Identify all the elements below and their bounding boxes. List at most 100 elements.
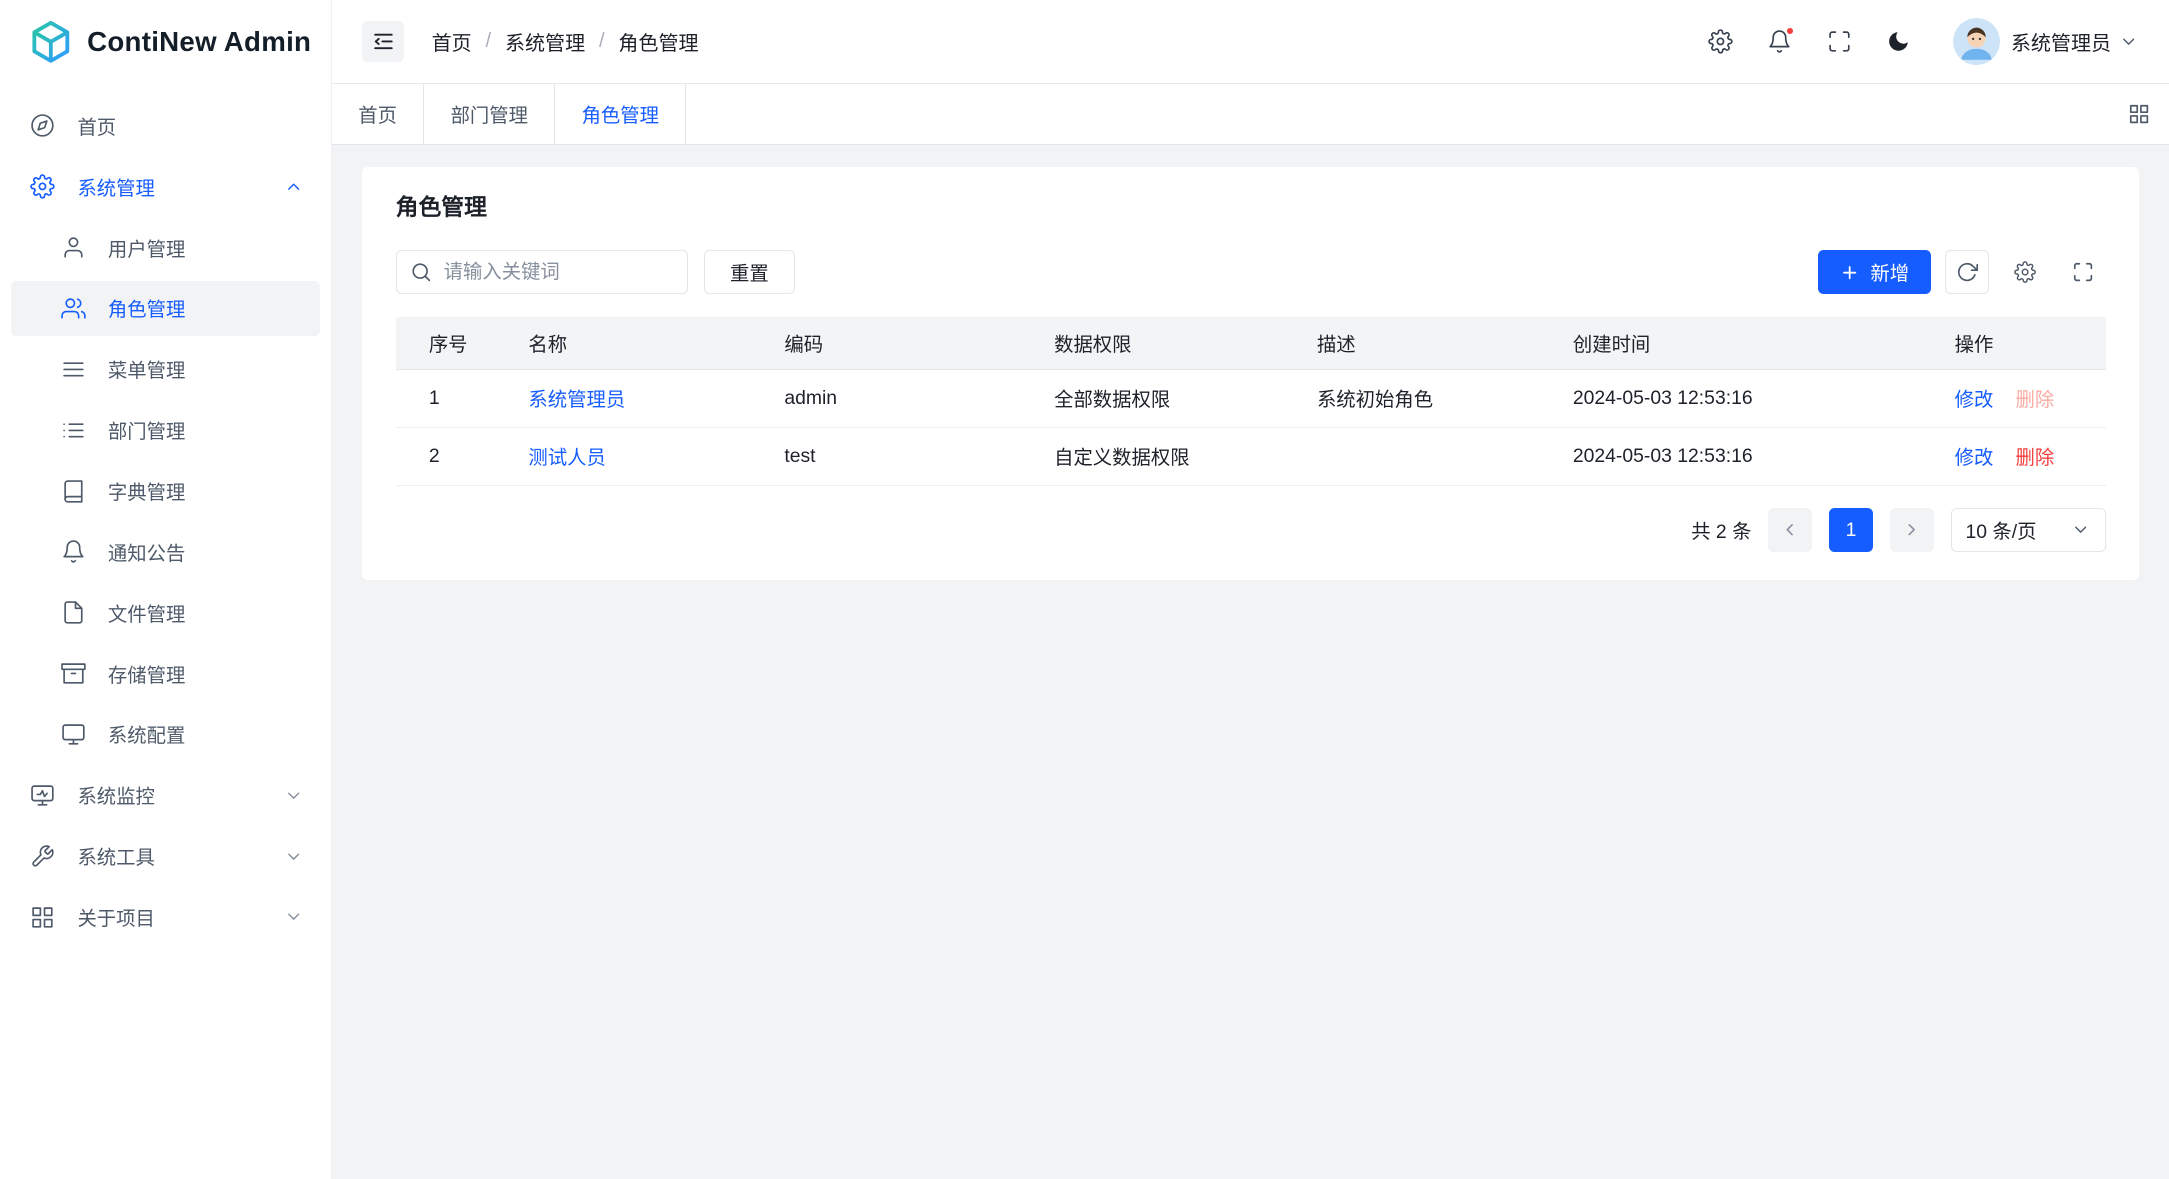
add-button[interactable]: 新增	[1818, 250, 1931, 294]
sidebar: ContiNew Admin 首页 系统管理 用户管理 角色管理	[0, 0, 332, 1179]
sidebar-item-label: 部门管理	[108, 416, 185, 444]
cell-scope: 全部数据权限	[1032, 369, 1295, 427]
sidebar-group-system[interactable]: 系统管理	[11, 159, 320, 214]
search-box	[396, 250, 688, 294]
sidebar-item-label: 角色管理	[108, 294, 185, 322]
pagination-page-1[interactable]: 1	[1829, 508, 1873, 552]
sidebar-item-label: 菜单管理	[108, 355, 185, 383]
delete-link-disabled: 删除	[2016, 384, 2055, 412]
breadcrumb-item-home[interactable]: 首页	[432, 27, 472, 56]
cell-desc	[1295, 427, 1551, 485]
archive-icon	[61, 661, 86, 686]
expand-icon	[2072, 261, 2094, 283]
column-header-actions: 操作	[1933, 317, 2106, 370]
column-header-desc: 描述	[1295, 317, 1551, 370]
column-header-no: 序号	[396, 317, 507, 370]
sidebar-item-role-mgmt[interactable]: 角色管理	[11, 281, 320, 336]
page-size-value: 10 条/页	[1965, 516, 2036, 544]
monitor-icon	[61, 722, 86, 747]
search-input[interactable]	[444, 261, 673, 284]
sidebar-group-tools[interactable]: 系统工具	[11, 829, 320, 884]
pagination-next-button[interactable]	[1890, 508, 1934, 552]
compass-icon	[30, 113, 55, 138]
fullscreen-button[interactable]	[1827, 29, 1852, 54]
dark-mode-button[interactable]	[1886, 29, 1911, 54]
cell-created: 2024-05-03 12:53:16	[1551, 427, 1933, 485]
column-header-code: 编码	[762, 317, 1032, 370]
tab-dept-mgmt[interactable]: 部门管理	[424, 84, 555, 144]
toolbar: 重置 新增	[396, 250, 2106, 294]
pagination-prev-button[interactable]	[1768, 508, 1812, 552]
sidebar-group-label: 系统监控	[77, 781, 154, 809]
reset-button[interactable]: 重置	[704, 250, 795, 294]
sidebar-item-label: 文件管理	[108, 599, 185, 627]
role-name-link[interactable]: 系统管理员	[528, 389, 625, 411]
bell-icon	[61, 539, 86, 564]
refresh-button[interactable]	[1945, 250, 1989, 294]
sidebar-menu: 首页 系统管理 用户管理 角色管理 菜单管理	[0, 84, 331, 1178]
sidebar-collapse-button[interactable]	[362, 21, 404, 63]
sidebar-item-dept-mgmt[interactable]: 部门管理	[11, 403, 320, 458]
sidebar-group-about[interactable]: 关于项目	[11, 889, 320, 944]
sidebar-group-monitor[interactable]: 系统监控	[11, 768, 320, 823]
sidebar-item-menu-mgmt[interactable]: 菜单管理	[11, 342, 320, 397]
sidebar-group-label: 关于项目	[77, 903, 154, 931]
sidebar-item-file-mgmt[interactable]: 文件管理	[11, 585, 320, 640]
tab-role-mgmt[interactable]: 角色管理	[555, 84, 686, 144]
breadcrumb-separator: /	[599, 30, 605, 53]
table-fullscreen-button[interactable]	[2061, 250, 2105, 294]
cell-code: admin	[762, 369, 1032, 427]
tree-list-icon	[61, 418, 86, 443]
chevron-down-icon	[284, 907, 303, 926]
chevron-right-icon	[1902, 520, 1921, 539]
topbar: 首页 / 系统管理 / 角色管理	[332, 0, 2169, 84]
chevron-down-icon	[2119, 32, 2138, 51]
sidebar-item-notice[interactable]: 通知公告	[11, 524, 320, 579]
sidebar-item-home[interactable]: 首页	[11, 98, 320, 153]
pagination: 共 2 条 1 10 条/页	[396, 508, 2106, 552]
sidebar-item-sys-config[interactable]: 系统配置	[11, 707, 320, 762]
book-icon	[61, 479, 86, 504]
breadcrumb-item-role[interactable]: 角色管理	[618, 27, 698, 56]
table-header-row: 序号 名称 编码 数据权限 描述 创建时间 操作	[396, 317, 2106, 370]
gear-icon	[2014, 261, 2036, 283]
sidebar-item-user-mgmt[interactable]: 用户管理	[11, 220, 320, 275]
app-window: ContiNew Admin 首页 系统管理 用户管理 角色管理	[0, 0, 2169, 1179]
avatar[interactable]	[1953, 18, 2000, 65]
sidebar-group-label: 系统管理	[77, 173, 154, 201]
table-row: 1 系统管理员 admin 全部数据权限 系统初始角色 2024-05-03 1…	[396, 369, 2106, 427]
main-column: 首页 / 系统管理 / 角色管理	[332, 0, 2169, 1179]
search-icon	[410, 261, 432, 283]
role-name-link[interactable]: 测试人员	[528, 447, 605, 469]
edit-link[interactable]: 修改	[1955, 384, 1994, 412]
cell-desc: 系统初始角色	[1295, 369, 1551, 427]
tab-list-button[interactable]	[2108, 84, 2169, 144]
pagination-total: 共 2 条	[1691, 516, 1751, 544]
cell-created: 2024-05-03 12:53:16	[1551, 369, 1933, 427]
sidebar-item-storage-mgmt[interactable]: 存储管理	[11, 646, 320, 701]
delete-link[interactable]: 删除	[2016, 442, 2055, 470]
user-name: 系统管理员	[2011, 27, 2111, 56]
grid-icon	[30, 905, 55, 930]
user-menu[interactable]: 系统管理员	[2011, 27, 2139, 56]
notifications-button[interactable]	[1767, 29, 1792, 54]
page-title: 角色管理	[396, 189, 2106, 222]
logo-icon	[28, 19, 74, 65]
breadcrumb-item-system[interactable]: 系统管理	[505, 27, 585, 56]
sidebar-item-label: 系统配置	[108, 720, 185, 748]
edit-link[interactable]: 修改	[1955, 442, 1994, 470]
tab-home[interactable]: 首页	[332, 84, 424, 144]
refresh-icon	[1956, 261, 1978, 283]
page-size-select[interactable]: 10 条/页	[1951, 508, 2106, 552]
column-settings-button[interactable]	[2003, 250, 2047, 294]
sidebar-item-label: 存储管理	[108, 660, 185, 688]
sidebar-item-dict-mgmt[interactable]: 字典管理	[11, 463, 320, 518]
toolbar-actions: 新增	[1818, 250, 2106, 294]
table-row: 2 测试人员 test 自定义数据权限 2024-05-03 12:53:16 …	[396, 427, 2106, 485]
grid-icon	[2128, 103, 2150, 125]
breadcrumb: 首页 / 系统管理 / 角色管理	[432, 27, 699, 56]
sidebar-item-label: 用户管理	[108, 234, 185, 262]
settings-button[interactable]	[1708, 29, 1733, 54]
sidebar-group-label: 系统工具	[77, 842, 154, 870]
column-header-created: 创建时间	[1551, 317, 1933, 370]
